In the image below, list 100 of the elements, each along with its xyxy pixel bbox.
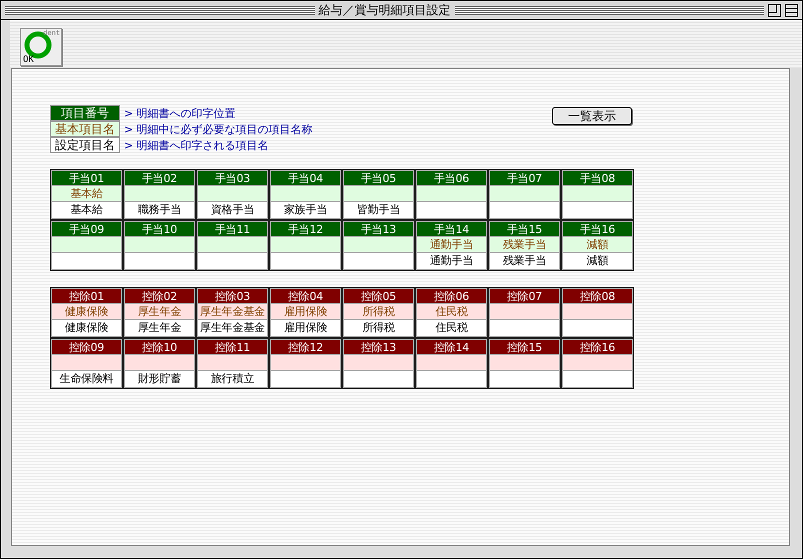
item-number-cell: 控除10 xyxy=(124,339,195,355)
item-number-cell: 手当13 xyxy=(343,221,414,237)
item-number-cell: 控除03 xyxy=(197,288,268,304)
base-name-cell xyxy=(489,355,560,371)
item-name-cell[interactable] xyxy=(416,371,487,388)
item-name-cell[interactable]: 所得税 xyxy=(343,320,414,337)
item-name-cell[interactable]: 通勤手当 xyxy=(416,253,487,270)
base-name-cell xyxy=(562,355,633,371)
item-name-cell[interactable]: 減額 xyxy=(562,253,633,270)
item-name-cell[interactable] xyxy=(489,371,560,388)
item-number-cell: 控除09 xyxy=(51,339,122,355)
base-name-cell xyxy=(270,186,341,202)
base-name-cell xyxy=(343,355,414,371)
base-name-cell: 雇用保険 xyxy=(270,304,341,320)
item-name-cell[interactable] xyxy=(197,253,268,270)
item-number-cell: 手当08 xyxy=(562,170,633,186)
item-number-cell: 手当07 xyxy=(489,170,560,186)
item-number-cell: 手当01 xyxy=(51,170,122,186)
item-number-cell: 手当14 xyxy=(416,221,487,237)
item-name-cell[interactable]: 基本給 xyxy=(51,202,122,219)
base-name-cell xyxy=(124,355,195,371)
item-name-cell[interactable] xyxy=(562,320,633,337)
item-number-cell: 手当11 xyxy=(197,221,268,237)
legend-label: 設定項目名 xyxy=(50,137,120,153)
title-bar-stripes[interactable] xyxy=(454,6,764,14)
item-number-cell: 控除12 xyxy=(270,339,341,355)
item-number-cell: 控除02 xyxy=(124,288,195,304)
item-name-cell[interactable]: 残業手当 xyxy=(489,253,560,270)
item-name-cell[interactable]: 財形貯蓄 xyxy=(124,371,195,388)
base-name-cell: 住民税 xyxy=(416,304,487,320)
base-name-cell xyxy=(197,186,268,202)
item-number-cell: 手当02 xyxy=(124,170,195,186)
base-name-cell: 厚生年金基金 xyxy=(197,304,268,320)
base-name-cell xyxy=(270,237,341,253)
item-number-cell: 控除13 xyxy=(343,339,414,355)
base-name-cell xyxy=(416,186,487,202)
legend-label: 項目番号 xyxy=(50,105,120,121)
base-name-cell: 残業手当 xyxy=(489,237,560,253)
item-name-cell[interactable]: 雇用保険 xyxy=(270,320,341,337)
item-name-cell[interactable]: 家族手当 xyxy=(270,202,341,219)
item-number-cell: 手当10 xyxy=(124,221,195,237)
base-name-cell xyxy=(416,355,487,371)
item-number-cell: 控除01 xyxy=(51,288,122,304)
item-name-cell[interactable] xyxy=(270,371,341,388)
item-number-cell: 手当04 xyxy=(270,170,341,186)
base-name-cell xyxy=(270,355,341,371)
item-number-cell: 手当15 xyxy=(489,221,560,237)
collapse-box-icon[interactable] xyxy=(785,4,798,16)
item-name-cell[interactable] xyxy=(489,320,560,337)
base-name-cell xyxy=(562,304,633,320)
item-number-cell: 手当03 xyxy=(197,170,268,186)
base-name-cell: 厚生年金 xyxy=(124,304,195,320)
item-name-cell[interactable] xyxy=(51,253,122,270)
item-name-cell[interactable] xyxy=(270,253,341,270)
item-number-cell: 控除16 xyxy=(562,339,633,355)
base-name-cell: 所得税 xyxy=(343,304,414,320)
item-name-cell[interactable] xyxy=(343,253,414,270)
item-name-cell[interactable] xyxy=(489,202,560,219)
base-name-cell xyxy=(489,186,560,202)
base-name-cell xyxy=(489,304,560,320)
item-name-cell[interactable] xyxy=(416,202,487,219)
base-name-cell xyxy=(197,355,268,371)
item-name-cell[interactable]: 健康保険 xyxy=(51,320,122,337)
item-name-cell[interactable]: 旅行積立 xyxy=(197,371,268,388)
item-number-cell: 控除15 xyxy=(489,339,560,355)
item-number-cell: 控除07 xyxy=(489,288,560,304)
base-name-cell: 減額 xyxy=(562,237,633,253)
item-name-cell[interactable]: 職務手当 xyxy=(124,202,195,219)
legend-description: > 明細中に必ず必要な項目の項目名称 xyxy=(124,122,313,136)
item-number-cell: 手当16 xyxy=(562,221,633,237)
base-name-cell xyxy=(51,237,122,253)
item-name-cell[interactable]: 資格手当 xyxy=(197,202,268,219)
zoom-box-icon[interactable] xyxy=(768,4,781,16)
item-name-cell[interactable]: 厚生年金基金 xyxy=(197,320,268,337)
item-number-cell: 手当06 xyxy=(416,170,487,186)
item-name-cell[interactable]: 生命保険料 xyxy=(51,371,122,388)
item-name-cell[interactable]: 住民税 xyxy=(416,320,487,337)
item-number-cell: 控除06 xyxy=(416,288,487,304)
base-name-cell xyxy=(343,186,414,202)
legend-label: 基本項目名 xyxy=(50,121,120,137)
base-name-cell xyxy=(124,237,195,253)
base-name-cell: 通勤手当 xyxy=(416,237,487,253)
base-name-cell xyxy=(343,237,414,253)
item-number-cell: 控除04 xyxy=(270,288,341,304)
item-name-cell[interactable] xyxy=(562,202,633,219)
list-view-button[interactable]: 一覧表示 xyxy=(552,107,632,125)
item-number-cell: 手当09 xyxy=(51,221,122,237)
window-title: 給与／賞与明細項目設定 xyxy=(318,2,450,18)
item-name-cell[interactable] xyxy=(562,371,633,388)
base-name-cell: 基本給 xyxy=(51,186,122,202)
item-name-cell[interactable]: 皆勤手当 xyxy=(343,202,414,219)
item-number-cell: 控除14 xyxy=(416,339,487,355)
item-name-cell[interactable] xyxy=(124,253,195,270)
item-number-cell: 手当05 xyxy=(343,170,414,186)
title-bar-stripes[interactable] xyxy=(5,6,314,14)
base-name-cell xyxy=(197,237,268,253)
item-name-cell[interactable] xyxy=(343,371,414,388)
item-number-cell: 控除11 xyxy=(197,339,268,355)
item-number-cell: 手当12 xyxy=(270,221,341,237)
item-name-cell[interactable]: 厚生年金 xyxy=(124,320,195,337)
